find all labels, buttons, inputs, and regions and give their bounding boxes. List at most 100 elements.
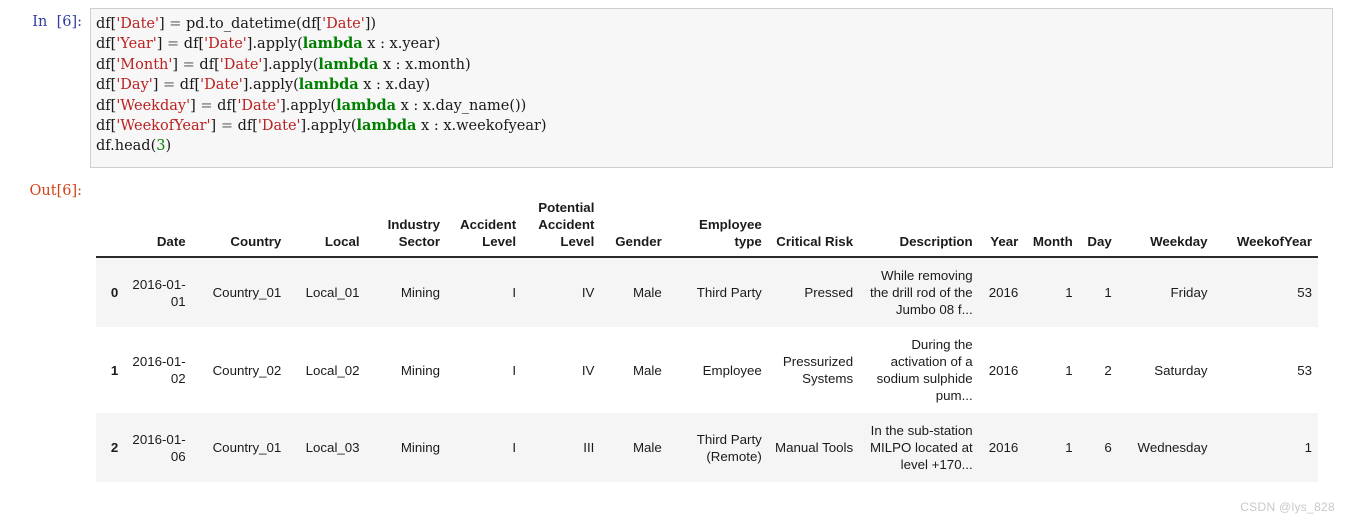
table-header: Date Country Local Industry Sector Accid… [96,196,1318,258]
cell-weekofyear: 53 [1213,327,1318,413]
cell-gender: Male [600,413,668,482]
code-string-date: 'Date' [237,97,281,114]
code-string-date: 'Date' [257,118,301,135]
cell-weekofyear: 53 [1213,257,1318,327]
column-header-month: Month [1024,196,1079,258]
cell-day: 6 [1078,413,1118,482]
column-header-accident-level: Accident Level [446,196,523,258]
cell-weekday: Saturday [1117,327,1214,413]
notebook-input-cell: In [6]: df['Date'] = pd.to_datetime(df['… [0,0,1345,178]
code-editor[interactable]: df['Date'] = pd.to_datetime(df['Date']) … [90,8,1333,168]
cell-day: 2 [1078,327,1118,413]
cell-month: 1 [1024,413,1079,482]
column-header-critical-risk: Critical Risk [767,196,860,258]
column-header-year: Year [978,196,1025,258]
dataframe-output: Date Country Local Industry Sector Accid… [96,196,1318,482]
table-row: 1 2016-01-02 Country_02 Local_02 Mining … [96,327,1318,413]
column-header-gender: Gender [600,196,668,258]
code-string-weekofyear: 'WeekofYear' [116,118,211,135]
cell-accident-level: I [446,327,523,413]
code-operator: = [220,118,233,135]
cell-month: 1 [1024,327,1079,413]
code-string-date: 'Date' [204,36,247,53]
column-header-day: Day [1078,196,1118,258]
code-line-4: df['Day'] = df['Date'].apply(lambda x : … [96,76,431,94]
code-operator: = [167,36,180,53]
cell-employee-type: Employee [667,327,768,413]
table-row: 2 2016-01-06 Country_01 Local_03 Mining … [96,413,1318,482]
column-header-country: Country [191,196,288,258]
dataframe-table: Date Country Local Industry Sector Accid… [96,196,1318,482]
code-line-1: df['Date'] = pd.to_datetime(df['Date']) [96,16,377,32]
cell-industry-sector: Mining [365,257,447,327]
code-operator: = [200,97,213,114]
input-prompt-label: In [6]: [32,14,82,30]
cell-gender: Male [600,327,668,413]
cell-local: Local_01 [287,257,366,327]
cell-gender: Male [600,257,668,327]
cell-weekofyear: 1 [1213,413,1318,482]
column-header-employee-type: Employee type [667,196,768,258]
cell-employee-type: Third Party [667,257,768,327]
code-line-5: df['Weekday'] = df['Date'].apply(lambda … [96,96,527,114]
cell-employee-type: Third Party (Remote) [667,413,768,482]
cell-description: In the sub-station MILPO located at leve… [859,413,979,482]
cell-potential-accident-level: IV [522,257,601,327]
table-body: 0 2016-01-01 Country_01 Local_01 Mining … [96,257,1318,482]
code-string-date: 'Date' [116,16,159,32]
cell-weekday: Wednesday [1117,413,1214,482]
cell-date: 2016-01-02 [124,327,192,413]
column-header-description: Description [859,196,979,258]
column-header-industry-sector: Industry Sector [365,196,447,258]
code-operator: = [169,16,182,32]
cell-country: Country_01 [191,257,288,327]
code-string-year: 'Year' [116,36,157,53]
column-header-index [96,196,125,258]
cell-date: 2016-01-06 [124,413,192,482]
cell-date: 2016-01-01 [124,257,192,327]
code-keyword-lambda: lambda [298,76,359,94]
cell-potential-accident-level: III [522,413,601,482]
row-index: 2 [96,413,125,482]
column-header-date: Date [124,196,192,258]
code-string-date: 'Date' [219,56,263,73]
column-header-weekofyear: WeekofYear [1213,196,1318,258]
cell-critical-risk: Pressed [767,257,860,327]
code-line-7: df.head(3) [96,138,172,155]
cell-country: Country_01 [191,413,288,482]
code-string-date: 'Date' [322,16,365,32]
cell-accident-level: I [446,257,523,327]
cell-year: 2016 [978,257,1025,327]
code-line-3: df['Month'] = df['Date'].apply(lambda x … [96,55,471,73]
cell-country: Country_02 [191,327,288,413]
cell-description: During the activation of a sodium sulphi… [859,327,979,413]
cell-weekday: Friday [1117,257,1214,327]
cell-local: Local_03 [287,413,366,482]
code-string-weekday: 'Weekday' [116,97,191,114]
column-header-local: Local [287,196,366,258]
code-keyword-lambda: lambda [356,117,417,135]
cell-day: 1 [1078,257,1118,327]
cell-critical-risk: Pressurized Systems [767,327,860,413]
column-header-potential-accident-level: Potential Accident Level [522,196,601,258]
cell-description: While removing the drill rod of the Jumb… [859,257,979,327]
cell-month: 1 [1024,257,1079,327]
row-index: 1 [96,327,125,413]
table-header-row: Date Country Local Industry Sector Accid… [96,196,1318,258]
cell-critical-risk: Manual Tools [767,413,860,482]
code-string-month: 'Month' [116,56,173,73]
cell-potential-accident-level: IV [522,327,601,413]
code-line-6: df['WeekofYear'] = df['Date'].apply(lamb… [96,117,547,135]
code-operator: = [163,77,176,94]
watermark-text: CSDN @lys_828 [1240,500,1335,514]
cell-year: 2016 [978,327,1025,413]
output-prompt-label: Out[6]: [29,183,82,199]
cell-industry-sector: Mining [365,327,447,413]
table-row: 0 2016-01-01 Country_01 Local_01 Mining … [96,257,1318,327]
code-string-date: 'Date' [200,77,243,94]
cell-accident-level: I [446,413,523,482]
cell-industry-sector: Mining [365,413,447,482]
code-string-day: 'Day' [116,77,153,94]
cell-year: 2016 [978,413,1025,482]
code-line-2: df['Year'] = df['Date'].apply(lambda x :… [96,35,441,53]
